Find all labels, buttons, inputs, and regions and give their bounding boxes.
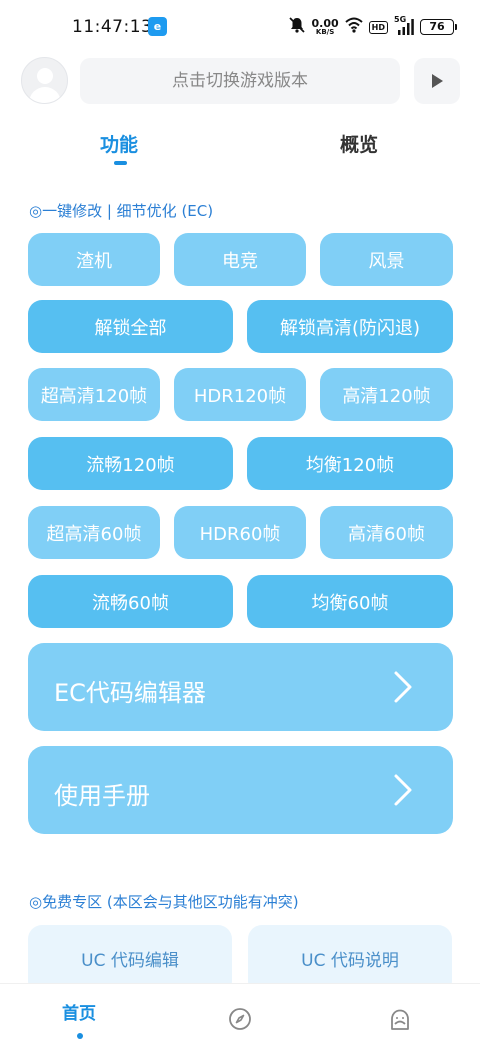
compass-icon[interactable]	[228, 1007, 252, 1035]
avatar[interactable]	[21, 57, 68, 104]
preset-low-end-button[interactable]: 渣机	[28, 233, 160, 286]
ec-code-editor-card[interactable]: EC代码编辑器	[28, 643, 453, 731]
smooth-60fps-button[interactable]: 流畅60帧	[28, 575, 233, 628]
tab-functions[interactable]: 功能	[100, 130, 138, 157]
play-button[interactable]	[414, 58, 460, 104]
tab-overview[interactable]: 概览	[340, 130, 378, 157]
active-tab-indicator	[114, 161, 127, 165]
nav-home[interactable]: 首页	[62, 999, 96, 1024]
chevron-right-icon	[394, 671, 412, 703]
nav-active-dot	[77, 1033, 83, 1039]
bell-muted-icon	[288, 16, 306, 38]
network-speed-unit: KB/S	[315, 28, 335, 36]
smooth-120fps-button[interactable]: 流畅120帧	[28, 437, 233, 490]
uhd-60fps-button[interactable]: 超高清60帧	[28, 506, 160, 559]
game-version-selector[interactable]: 点击切换游戏版本	[80, 58, 400, 104]
hdr-60fps-button[interactable]: HDR60帧	[174, 506, 306, 559]
app-notification-icon: e	[148, 17, 167, 36]
uhd-120fps-button[interactable]: 超高清120帧	[28, 368, 160, 421]
unlock-all-button[interactable]: 解锁全部	[28, 300, 233, 353]
app-screen: 11:47:13 e 0.00 KB/S HD 5G 76 点击切换游戏版本 功…	[0, 0, 480, 1056]
avatar-body-shape	[29, 87, 61, 103]
avatar-head-shape	[37, 68, 53, 84]
hdr-120fps-button[interactable]: HDR120帧	[174, 368, 306, 421]
balanced-60fps-button[interactable]: 均衡60帧	[247, 575, 453, 628]
bottom-nav: 首页	[0, 983, 480, 1056]
section-title-free: ◎免费专区 (本区会与其他区功能有冲突)	[29, 893, 299, 911]
cell-signal-icon: 5G	[394, 15, 414, 36]
hd-60fps-button[interactable]: 高清60帧	[320, 506, 453, 559]
wifi-icon	[344, 17, 363, 37]
status-time: 11:47:13	[72, 17, 153, 37]
battery-indicator: 76	[420, 19, 457, 35]
user-manual-label: 使用手册	[54, 782, 150, 810]
section-title-one-key: ◎一键修改 | 细节优化 (EC)	[29, 202, 214, 220]
hd-120fps-button[interactable]: 高清120帧	[320, 368, 453, 421]
status-indicators: 0.00 KB/S HD 5G 76	[288, 14, 457, 40]
preset-esports-button[interactable]: 电竞	[174, 233, 306, 286]
unlock-hd-button[interactable]: 解锁高清(防闪退)	[247, 300, 453, 353]
balanced-120fps-button[interactable]: 均衡120帧	[247, 437, 453, 490]
user-manual-card[interactable]: 使用手册	[28, 746, 453, 834]
profile-icon[interactable]	[387, 1007, 413, 1037]
hd-badge: HD	[368, 20, 388, 34]
ec-code-editor-label: EC代码编辑器	[54, 679, 206, 707]
preset-scenery-button[interactable]: 风景	[320, 233, 453, 286]
status-bar: 11:47:13 e 0.00 KB/S HD 5G 76	[0, 0, 480, 54]
play-icon	[432, 74, 443, 88]
chevron-right-icon	[394, 774, 412, 806]
network-speed: 0.00 KB/S	[312, 18, 339, 36]
